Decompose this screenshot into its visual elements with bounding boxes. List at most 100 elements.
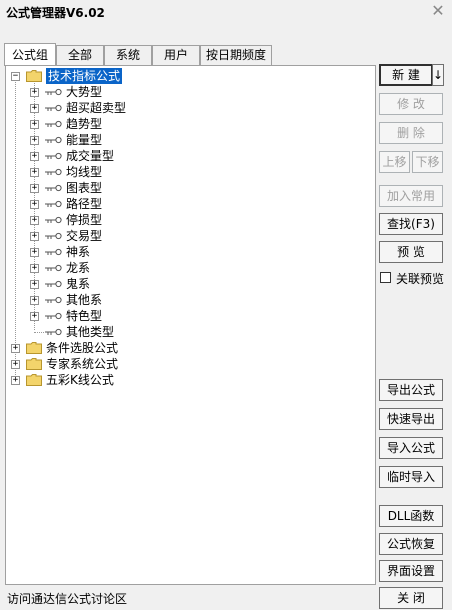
collapse-icon[interactable]: −	[11, 72, 20, 81]
export-formula-button[interactable]: 导出公式	[379, 379, 443, 401]
expand-icon[interactable]: +	[30, 200, 39, 209]
formula-key-icon	[45, 168, 62, 176]
tab-by-date-frequency[interactable]: 按日期频度	[200, 45, 272, 65]
tree-node-label: 其他类型	[66, 325, 115, 339]
expand-icon[interactable]: +	[30, 184, 39, 193]
close-button[interactable]: 关 闭	[379, 587, 443, 609]
formula-key-icon	[45, 200, 62, 208]
folder-icon	[26, 358, 42, 370]
move-up-button[interactable]: 上移	[379, 151, 410, 173]
move-down-button[interactable]: 下移	[412, 151, 443, 173]
expand-icon[interactable]: +	[30, 296, 39, 305]
close-icon[interactable]: ✕	[430, 2, 446, 20]
expand-icon[interactable]: +	[30, 248, 39, 257]
tree-node-category[interactable]: + 均线型	[10, 164, 260, 180]
tab-formula-group[interactable]: 公式组	[4, 43, 56, 66]
tree-node-label: 其他系	[66, 293, 103, 307]
expand-icon[interactable]: +	[30, 232, 39, 241]
tab-bar: 公式组 全部 系统 用户 按日期频度	[4, 43, 384, 66]
tree-node-category[interactable]: + 图表型	[10, 180, 260, 196]
forum-link[interactable]: 访问通达信公式讨论区	[7, 590, 127, 607]
dll-function-button[interactable]: DLL函数	[379, 505, 443, 527]
tree-node-label: 能量型	[66, 133, 103, 147]
tree-node-label: 特色型	[66, 309, 103, 323]
expand-icon[interactable]: +	[30, 216, 39, 225]
link-preview-checkbox[interactable]	[380, 272, 391, 283]
modify-button[interactable]: 修 改	[379, 93, 443, 115]
tree-node-label: 停损型	[66, 213, 103, 227]
ui-settings-button[interactable]: 界面设置	[379, 560, 443, 582]
expand-icon[interactable]: +	[30, 312, 39, 321]
tree-node-label: 超买超卖型	[66, 101, 127, 115]
formula-key-icon	[45, 280, 62, 288]
tree-node-five-color-kline[interactable]: + 五彩K线公式	[10, 372, 210, 388]
tree-node-label: 五彩K线公式	[46, 373, 114, 387]
tree-guide-line	[34, 332, 44, 333]
tree-node-category[interactable]: + 停损型	[10, 212, 260, 228]
tree-node-category[interactable]: + 成交量型	[10, 148, 260, 164]
tree-node-label: 鬼系	[66, 277, 91, 291]
import-formula-button[interactable]: 导入公式	[379, 437, 443, 459]
formula-tree[interactable]: − 技术指标公式 + 大势型 + 超买超卖型 + 趋势型 + 能量型 + 成交量型 + 均线型 + 图表型…	[5, 65, 376, 585]
tab-all[interactable]: 全部	[56, 45, 104, 65]
tree-node-label: 路径型	[66, 197, 103, 211]
tab-user[interactable]: 用户	[152, 45, 200, 65]
expand-icon[interactable]: +	[30, 120, 39, 129]
tree-node-category[interactable]: 其他类型	[10, 324, 260, 340]
expand-icon[interactable]: +	[30, 104, 39, 113]
tree-node-label: 成交量型	[66, 149, 115, 163]
delete-button[interactable]: 删 除	[379, 122, 443, 144]
tree-node-label: 技术指标公式	[46, 68, 123, 84]
tree-node-label: 均线型	[66, 165, 103, 179]
tab-system[interactable]: 系统	[104, 45, 152, 65]
tree-node-category[interactable]: + 大势型	[10, 84, 260, 100]
expand-icon[interactable]: +	[30, 168, 39, 177]
formula-key-icon	[45, 216, 62, 224]
tree-node-category[interactable]: + 神系	[10, 244, 260, 260]
tree-node-category[interactable]: + 能量型	[10, 132, 260, 148]
expand-icon[interactable]: +	[11, 376, 20, 385]
tree-node-expert-system[interactable]: + 专家系统公式	[10, 356, 210, 372]
formula-key-icon	[45, 136, 62, 144]
tree-node-label: 龙系	[66, 261, 91, 275]
expand-icon[interactable]: +	[11, 344, 20, 353]
expand-icon[interactable]: +	[30, 88, 39, 97]
tree-node-technical-indicators[interactable]: − 技术指标公式	[10, 68, 210, 84]
formula-key-icon	[45, 328, 62, 336]
tree-node-label: 专家系统公式	[46, 357, 119, 371]
formula-key-icon	[45, 264, 62, 272]
tree-node-category[interactable]: + 鬼系	[10, 276, 260, 292]
expand-icon[interactable]: +	[30, 136, 39, 145]
expand-icon[interactable]: +	[11, 360, 20, 369]
title-bar: 公式管理器V6.02 ✕	[0, 0, 452, 24]
formula-key-icon	[45, 120, 62, 128]
folder-icon	[26, 342, 42, 354]
window-title: 公式管理器V6.02	[6, 6, 105, 20]
preview-button[interactable]: 预 览	[379, 241, 443, 263]
quick-export-button[interactable]: 快速导出	[379, 408, 443, 430]
tree-node-category[interactable]: + 其他系	[10, 292, 260, 308]
tree-node-label: 条件选股公式	[46, 341, 119, 355]
add-common-button[interactable]: 加入常用	[379, 185, 443, 207]
formula-key-icon	[45, 104, 62, 112]
find-button[interactable]: 查找(F3)	[379, 213, 443, 235]
tree-node-stock-selection[interactable]: + 条件选股公式	[10, 340, 210, 356]
tree-node-category[interactable]: + 交易型	[10, 228, 260, 244]
tree-node-label: 图表型	[66, 181, 103, 195]
new-dropdown-arrow[interactable]: ↓	[432, 64, 444, 86]
expand-icon[interactable]: +	[30, 280, 39, 289]
expand-icon[interactable]: +	[30, 152, 39, 161]
formula-restore-button[interactable]: 公式恢复	[379, 533, 443, 555]
tree-node-category[interactable]: + 特色型	[10, 308, 260, 324]
formula-key-icon	[45, 88, 62, 96]
formula-key-icon	[45, 152, 62, 160]
tree-node-category[interactable]: + 路径型	[10, 196, 260, 212]
formula-key-icon	[45, 312, 62, 320]
tree-node-category[interactable]: + 趋势型	[10, 116, 260, 132]
temp-import-button[interactable]: 临时导入	[379, 466, 443, 488]
tree-node-category[interactable]: + 超买超卖型	[10, 100, 260, 116]
expand-icon[interactable]: +	[30, 264, 39, 273]
tree-node-category[interactable]: + 龙系	[10, 260, 260, 276]
tree-node-label: 交易型	[66, 229, 103, 243]
new-button[interactable]: 新 建	[379, 64, 433, 86]
